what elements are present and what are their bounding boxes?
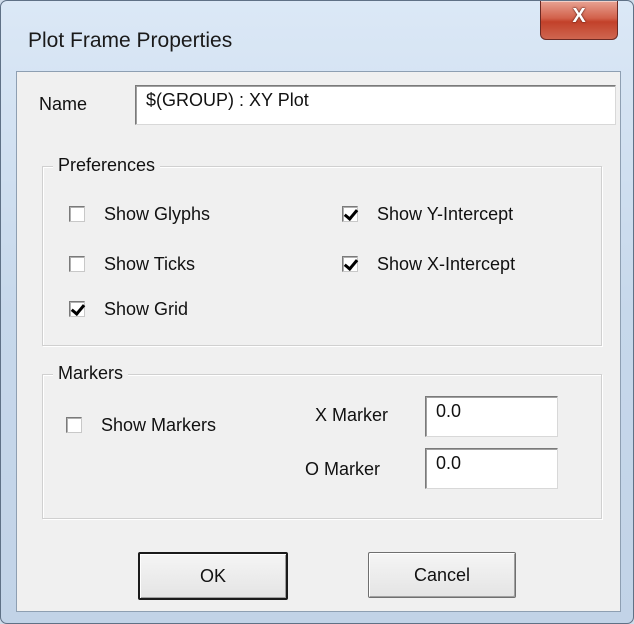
show-glyphs-label: Show Glyphs xyxy=(104,203,211,224)
dialog-body: Name $(GROUP) : XY Plot Preferences Show… xyxy=(16,71,621,612)
show-ticks-option[interactable]: Show Ticks xyxy=(69,253,195,275)
show-ticks-label: Show Ticks xyxy=(104,253,196,274)
show-grid-label: Show Grid xyxy=(104,298,189,319)
ok-button[interactable]: OK xyxy=(138,552,288,600)
show-glyphs-option[interactable]: Show Glyphs xyxy=(69,203,210,225)
close-icon: X xyxy=(572,5,586,27)
o-marker-input[interactable]: 0.0 xyxy=(425,448,558,489)
show-x-intercept-label: Show X-Intercept xyxy=(377,253,516,274)
show-ticks-checkbox[interactable] xyxy=(69,256,85,272)
show-markers-checkbox[interactable] xyxy=(66,417,82,433)
show-x-intercept-checkbox[interactable] xyxy=(342,256,358,272)
show-y-intercept-checkbox[interactable] xyxy=(342,206,358,222)
show-x-intercept-option[interactable]: Show X-Intercept xyxy=(342,253,515,275)
cancel-button[interactable]: Cancel xyxy=(368,552,516,598)
dialog-window: Plot Frame Properties X Name $(GROUP) : … xyxy=(0,0,634,624)
x-marker-label: X Marker xyxy=(315,405,389,425)
o-marker-label: O Marker xyxy=(305,459,381,479)
show-y-intercept-label: Show Y-Intercept xyxy=(377,203,514,224)
name-input[interactable]: $(GROUP) : XY Plot xyxy=(135,85,616,125)
markers-title: Markers xyxy=(53,363,129,384)
show-grid-checkbox[interactable] xyxy=(69,301,85,317)
show-glyphs-checkbox[interactable] xyxy=(69,206,85,222)
show-grid-option[interactable]: Show Grid xyxy=(69,298,188,320)
preferences-title: Preferences xyxy=(53,155,161,176)
close-button[interactable]: X xyxy=(540,1,618,40)
name-label: Name xyxy=(39,94,88,114)
window-title: Plot Frame Properties xyxy=(28,29,233,52)
show-y-intercept-option[interactable]: Show Y-Intercept xyxy=(342,203,513,225)
x-marker-input[interactable]: 0.0 xyxy=(425,396,558,437)
show-markers-option[interactable]: Show Markers xyxy=(66,414,216,436)
show-markers-label: Show Markers xyxy=(101,414,217,435)
